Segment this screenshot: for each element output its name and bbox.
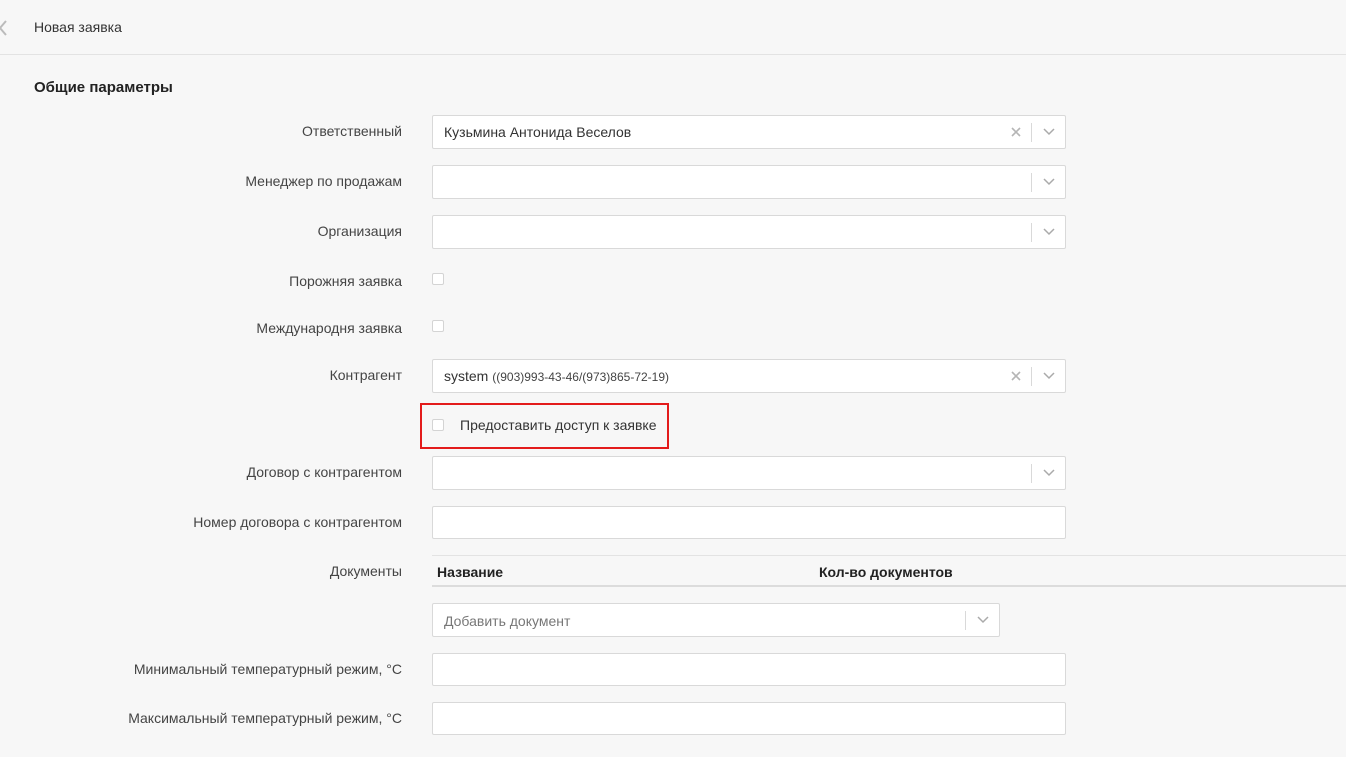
column-header-name[interactable]: Название (437, 564, 503, 580)
min-temp-input[interactable] (432, 653, 1066, 686)
counterparty-phones: ((903)993-43-46/(973)865-72-19) (492, 370, 670, 384)
sales-manager-select[interactable] (432, 165, 1066, 199)
select-divider (1031, 223, 1032, 242)
chevron-left-icon[interactable] (0, 19, 10, 37)
chevron-down-icon[interactable] (1042, 468, 1056, 478)
responsible-label: Ответственный (302, 123, 402, 139)
empty-request-checkbox[interactable] (432, 273, 444, 285)
contract-label: Договор с контрагентом (246, 464, 402, 480)
counterparty-select[interactable]: system ((903)993-43-46/(973)865-72-19) (432, 359, 1066, 393)
responsible-value: Кузьмина Антонида Веселов (444, 124, 632, 140)
documents-table-header: Название Кол-во документов (432, 555, 1346, 587)
counterparty-value: system ((903)993-43-46/(973)865-72-19) (444, 368, 669, 384)
chevron-down-icon[interactable] (1042, 177, 1056, 187)
chevron-down-icon[interactable] (1042, 227, 1056, 237)
chevron-down-icon[interactable] (1042, 371, 1056, 381)
close-icon[interactable] (1009, 125, 1023, 139)
select-divider (1031, 123, 1032, 142)
page-title: Новая заявка (34, 19, 122, 35)
max-temp-input[interactable] (432, 702, 1066, 735)
grant-access-label[interactable]: Предоставить доступ к заявке (460, 417, 656, 433)
max-temp-label: Максимальный температурный режим, °C (128, 710, 402, 726)
select-divider (1031, 464, 1032, 483)
organization-label: Организация (317, 223, 402, 239)
international-request-label: Международня заявка (256, 320, 402, 336)
organization-select[interactable] (432, 215, 1066, 249)
documents-label: Документы (329, 563, 402, 579)
page-header: Новая заявка (0, 0, 1346, 55)
min-temp-label: Минимальный температурный режим, °C (133, 661, 402, 677)
contract-number-label: Номер договора с контрагентом (193, 514, 402, 530)
select-divider (1031, 173, 1032, 192)
add-document-select[interactable]: Добавить документ (432, 603, 1000, 637)
counterparty-label: Контрагент (329, 367, 402, 383)
select-divider (1031, 367, 1032, 386)
contract-number-input[interactable] (432, 506, 1066, 539)
column-header-count[interactable]: Кол-во документов (819, 564, 953, 580)
empty-request-label: Порожняя заявка (289, 273, 402, 289)
select-divider (965, 611, 966, 630)
add-document-placeholder: Добавить документ (444, 613, 571, 629)
counterparty-name: system (444, 368, 489, 384)
chevron-down-icon[interactable] (976, 615, 990, 625)
grant-access-checkbox[interactable] (432, 419, 444, 431)
close-icon[interactable] (1009, 369, 1023, 383)
section-title: Общие параметры (34, 79, 173, 96)
chevron-down-icon[interactable] (1042, 127, 1056, 137)
international-request-checkbox[interactable] (432, 320, 444, 332)
sales-manager-label: Менеджер по продажам (245, 173, 402, 189)
responsible-select[interactable]: Кузьмина Антонида Веселов (432, 115, 1066, 149)
contract-select[interactable] (432, 456, 1066, 490)
